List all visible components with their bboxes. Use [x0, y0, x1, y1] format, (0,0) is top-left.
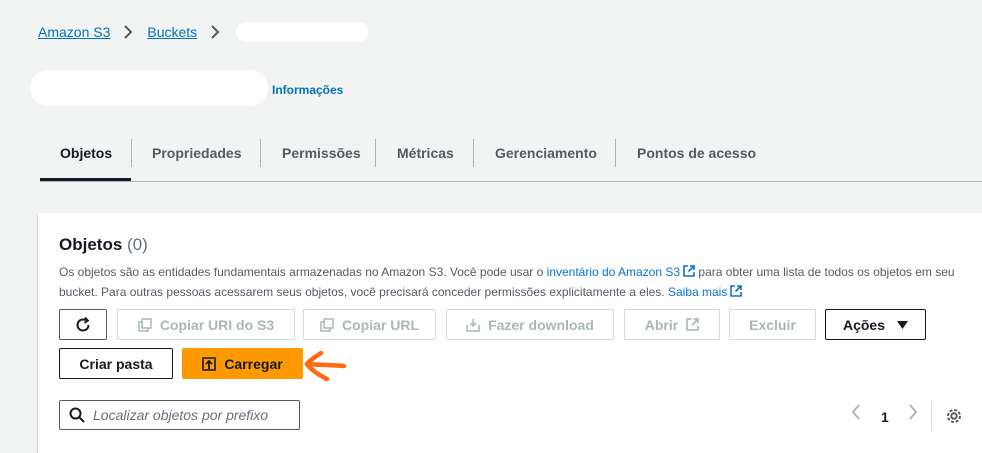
inventory-link[interactable]: inventário do Amazon S3: [547, 265, 680, 279]
caret-down-icon: [897, 320, 909, 329]
objects-count: (0): [127, 235, 148, 254]
pagination-divider: [931, 401, 932, 431]
breadcrumb-current-redacted: [236, 22, 369, 42]
objects-heading: Objetos (0): [59, 235, 148, 255]
objects-description: Os objetos são as entidades fundamentais…: [59, 262, 974, 302]
previous-page-icon[interactable]: [851, 404, 861, 420]
create-folder-label: Criar pasta: [79, 355, 153, 372]
page-number[interactable]: 1: [881, 409, 889, 425]
breadcrumb: Amazon S3 Buckets: [38, 22, 369, 42]
upload-button[interactable]: Carregar: [182, 348, 303, 379]
next-page-icon[interactable]: [908, 404, 918, 420]
copy-url-button[interactable]: Copiar URL: [303, 309, 436, 340]
active-tab-indicator: [40, 178, 131, 181]
tab-divider: [473, 139, 474, 167]
tab-divider: [615, 139, 616, 167]
settings-gear-icon[interactable]: [945, 407, 963, 425]
chevron-right-icon: [124, 25, 133, 39]
upload-icon: [202, 356, 217, 371]
create-folder-button[interactable]: Criar pasta: [59, 348, 173, 379]
external-link-icon: [730, 285, 743, 297]
tab-properties[interactable]: Propriedades: [152, 135, 241, 171]
search-box: [59, 400, 300, 430]
download-label: Fazer download: [488, 316, 594, 333]
annotation-arrow-icon: [304, 350, 347, 382]
actions-dropdown[interactable]: Ações: [825, 309, 926, 340]
tab-divider: [260, 139, 261, 167]
tab-metrics[interactable]: Métricas: [397, 135, 454, 171]
breadcrumb-buckets[interactable]: Buckets: [147, 24, 197, 40]
download-button[interactable]: Fazer download: [446, 309, 614, 340]
page-title-redacted: [30, 70, 268, 106]
tab-objects[interactable]: Objetos: [60, 135, 112, 171]
copy-s3-uri-label: Copiar URI do S3: [159, 316, 275, 333]
description-text: Os objetos são as entidades fundamentais…: [59, 265, 547, 279]
copy-icon: [138, 317, 152, 332]
tab-management[interactable]: Gerenciamento: [495, 135, 597, 171]
copy-icon: [320, 317, 334, 332]
objects-title: Objetos: [59, 235, 123, 254]
tab-access-points[interactable]: Pontos de acesso: [637, 135, 756, 171]
delete-label: Excluir: [749, 316, 796, 333]
search-icon: [69, 407, 85, 423]
chevron-right-icon: [211, 25, 220, 39]
external-link-icon: [683, 265, 695, 277]
tab-bar: Objetos Propriedades Permissões Métricas…: [40, 135, 982, 182]
delete-button[interactable]: Excluir: [729, 309, 816, 340]
info-link[interactable]: Informações: [272, 83, 343, 97]
learn-more-link[interactable]: Saiba mais: [668, 285, 727, 299]
actions-label: Ações: [842, 316, 886, 333]
open-label: Abrir: [644, 316, 679, 333]
upload-label: Carregar: [224, 355, 283, 372]
objects-panel: Objetos (0) Os objetos são as entidades …: [38, 213, 982, 453]
refresh-button[interactable]: [59, 309, 107, 340]
search-input[interactable]: [93, 407, 283, 423]
external-link-icon: [686, 318, 699, 331]
download-icon: [466, 318, 480, 332]
tab-permissions[interactable]: Permissões: [282, 135, 361, 171]
copy-s3-uri-button[interactable]: Copiar URI do S3: [117, 309, 295, 340]
tab-divider: [375, 139, 376, 167]
breadcrumb-amazon-s3[interactable]: Amazon S3: [38, 24, 110, 40]
open-button[interactable]: Abrir: [624, 309, 720, 340]
refresh-icon: [76, 316, 90, 331]
tab-divider: [131, 139, 132, 167]
copy-url-label: Copiar URL: [342, 316, 419, 333]
